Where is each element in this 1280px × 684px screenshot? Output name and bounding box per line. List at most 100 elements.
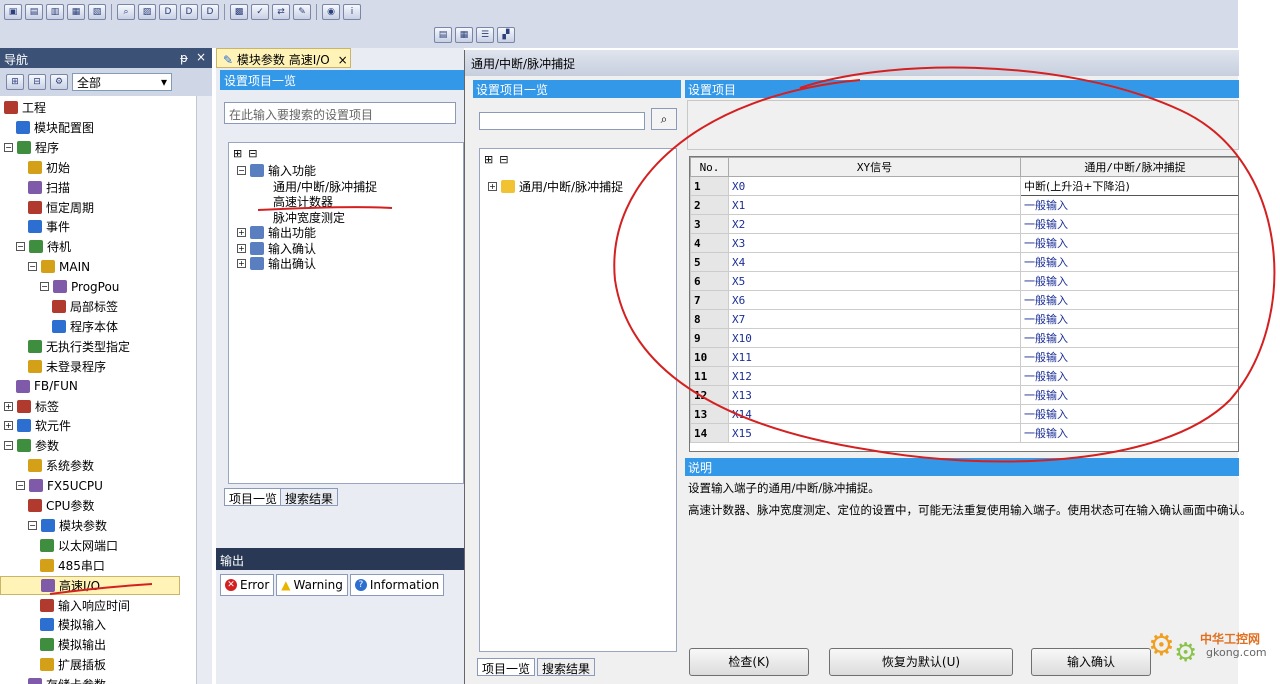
nav-item[interactable]: − 待机 — [16, 237, 71, 256]
nav-item[interactable]: 局部标签 — [52, 297, 118, 316]
settings-tree-item[interactable]: 高速计数器 — [273, 194, 333, 209]
nav-item[interactable]: − 参数 — [4, 436, 59, 455]
dev2-icon[interactable]: D — [180, 4, 198, 20]
settings-tree-item[interactable]: 通用/中断/脉冲捕捉 — [273, 179, 377, 194]
function-select-cell[interactable]: 中断(上升沿+下降沿) — [1020, 176, 1238, 196]
check-button[interactable]: 检查(K) — [689, 648, 809, 676]
close-icon[interactable]: × — [196, 50, 206, 64]
function-select-cell[interactable]: 一般输入 — [1020, 233, 1238, 253]
dialog-search-input[interactable] — [479, 112, 645, 130]
function-select-cell[interactable]: 一般输入 — [1020, 252, 1238, 272]
nav-item[interactable]: 模拟输入 — [40, 615, 106, 634]
nav-item[interactable]: 存储卡参数 — [28, 675, 106, 684]
doc-icon[interactable]: ▩ — [230, 4, 248, 20]
expand-icon[interactable]: + — [4, 401, 13, 411]
collapse-icon[interactable]: − — [4, 142, 13, 152]
dialog-tree-item[interactable]: + 通用/中断/脉冲捕捉 — [488, 177, 623, 196]
collapse-icon[interactable]: − — [237, 166, 246, 175]
grid2-icon[interactable]: ▦ — [455, 27, 473, 43]
window2-icon[interactable]: ▧ — [88, 4, 106, 20]
nav-item[interactable]: 485串口 — [40, 556, 105, 575]
expand-icon[interactable]: + — [4, 421, 13, 431]
nav-item[interactable]: 高速I/O — [0, 575, 180, 595]
search-input[interactable]: 在此输入要搜索的设置项目 — [224, 102, 456, 124]
nav-item[interactable]: CPU参数 — [28, 496, 94, 515]
expand-icon[interactable]: + — [237, 243, 246, 253]
tab-item-list[interactable]: 项目一览 — [477, 658, 536, 676]
settings-tree-item[interactable]: + 输出功能 — [237, 225, 316, 240]
nav-item[interactable]: 以太网端口 — [40, 536, 118, 555]
nav-item[interactable]: 模拟输出 — [40, 635, 106, 654]
tab-high-speed-io[interactable]: ✎ 模块参数 高速I/O × — [216, 48, 351, 68]
info-icon[interactable]: i — [343, 4, 361, 20]
nav-item[interactable]: 未登录程序 — [28, 357, 106, 376]
expand-all-icon[interactable]: ⊞ — [233, 147, 242, 160]
nav-item[interactable]: FB/FUN — [16, 377, 78, 396]
nav-item[interactable]: 模块配置图 — [16, 118, 94, 137]
collapse-icon[interactable]: − — [28, 262, 37, 272]
nav-item[interactable]: 恒定周期 — [28, 198, 94, 217]
dev-icon[interactable]: D — [159, 4, 177, 20]
nav-item[interactable]: 系统参数 — [28, 456, 94, 475]
nav-item[interactable]: − FX5UCPU — [16, 476, 103, 495]
check-icon[interactable]: ✓ — [251, 4, 269, 20]
binoculars-icon[interactable]: ⌕ — [651, 108, 677, 130]
collapse-icon[interactable]: − — [28, 520, 37, 530]
tree-view-icon[interactable]: ⊞ — [6, 74, 24, 90]
settings-tree-item[interactable]: + 输出确认 — [237, 256, 316, 271]
function-select-cell[interactable]: 一般输入 — [1020, 290, 1238, 310]
expand-icon[interactable]: + — [237, 228, 246, 237]
input-confirm-button[interactable]: 输入确认 — [1031, 648, 1151, 676]
tab-search-results[interactable]: 搜索结果 — [537, 658, 596, 676]
tab-item-list[interactable]: 项目一览 — [224, 488, 283, 506]
function-select-cell[interactable]: 一般输入 — [1020, 195, 1238, 215]
tab-search-results[interactable]: 搜索结果 — [280, 488, 339, 506]
find-icon[interactable]: ▨ — [138, 4, 156, 20]
nav-item[interactable]: − 程序 — [4, 138, 59, 157]
chart-icon[interactable]: ▞ — [497, 27, 515, 43]
function-select-cell[interactable]: 一般输入 — [1020, 214, 1238, 234]
project-icon[interactable]: ▣ — [4, 4, 22, 20]
monitor-icon[interactable]: ◉ — [322, 4, 340, 20]
collapse-all-icon[interactable]: ⊟ — [248, 147, 257, 160]
collapse-icon[interactable]: − — [4, 441, 13, 451]
settings-tree-item[interactable]: − 输入功能 — [237, 163, 316, 178]
nav-item[interactable]: + 软元件 — [4, 416, 71, 435]
collapse-icon[interactable]: − — [16, 481, 25, 491]
function-select-cell[interactable]: 一般输入 — [1020, 309, 1238, 329]
tool-icon[interactable]: ✎ — [293, 4, 311, 20]
nav-item[interactable]: 扩展插板 — [40, 655, 106, 674]
function-select-cell[interactable]: 一般输入 — [1020, 423, 1238, 443]
function-select-cell[interactable]: 一般输入 — [1020, 366, 1238, 386]
convert-icon[interactable]: ⇄ — [272, 4, 290, 20]
function-select-cell[interactable]: 一般输入 — [1020, 347, 1238, 367]
expand-icon[interactable]: + — [488, 182, 497, 191]
collapse-icon[interactable]: − — [16, 242, 25, 252]
nav-item[interactable]: + 标签 — [4, 397, 59, 416]
gear-icon[interactable]: ⚙ — [50, 74, 68, 90]
nav-item[interactable]: 工程 — [4, 98, 46, 117]
window-icon[interactable]: ▦ — [67, 4, 85, 20]
tab-close-icon[interactable]: × — [338, 53, 348, 67]
nav-item[interactable]: 程序本体 — [52, 317, 118, 336]
binoculars-icon[interactable]: ⌕ — [117, 4, 135, 20]
tab-error[interactable]: ✕ Error — [220, 574, 275, 596]
grid-icon[interactable]: ▤ — [434, 27, 452, 43]
settings-tree-item[interactable]: 脉冲宽度测定 — [273, 210, 345, 225]
function-select-cell[interactable]: 一般输入 — [1020, 328, 1238, 348]
nav-item[interactable]: − ProgPou — [40, 277, 119, 296]
collapse-icon[interactable]: − — [40, 282, 49, 292]
dev3-icon[interactable]: D — [201, 4, 219, 20]
function-select-cell[interactable]: 一般输入 — [1020, 271, 1238, 291]
pin-icon[interactable]: ᵽ — [180, 51, 188, 65]
tab-information[interactable]: ? Information — [349, 574, 445, 596]
expand-all-icon[interactable]: ⊞ — [484, 153, 493, 166]
nav-item[interactable]: 初始 — [28, 158, 70, 177]
expand-icon[interactable]: + — [237, 259, 246, 268]
nav-item[interactable]: 扫描 — [28, 178, 70, 197]
function-select-cell[interactable]: 一般输入 — [1020, 385, 1238, 405]
module-icon[interactable]: ▥ — [46, 4, 64, 20]
nav-filter-select[interactable]: 全部 ▾ — [72, 73, 172, 91]
nav-item[interactable]: 无执行类型指定 — [28, 337, 130, 356]
list-icon[interactable]: ☰ — [476, 27, 494, 43]
